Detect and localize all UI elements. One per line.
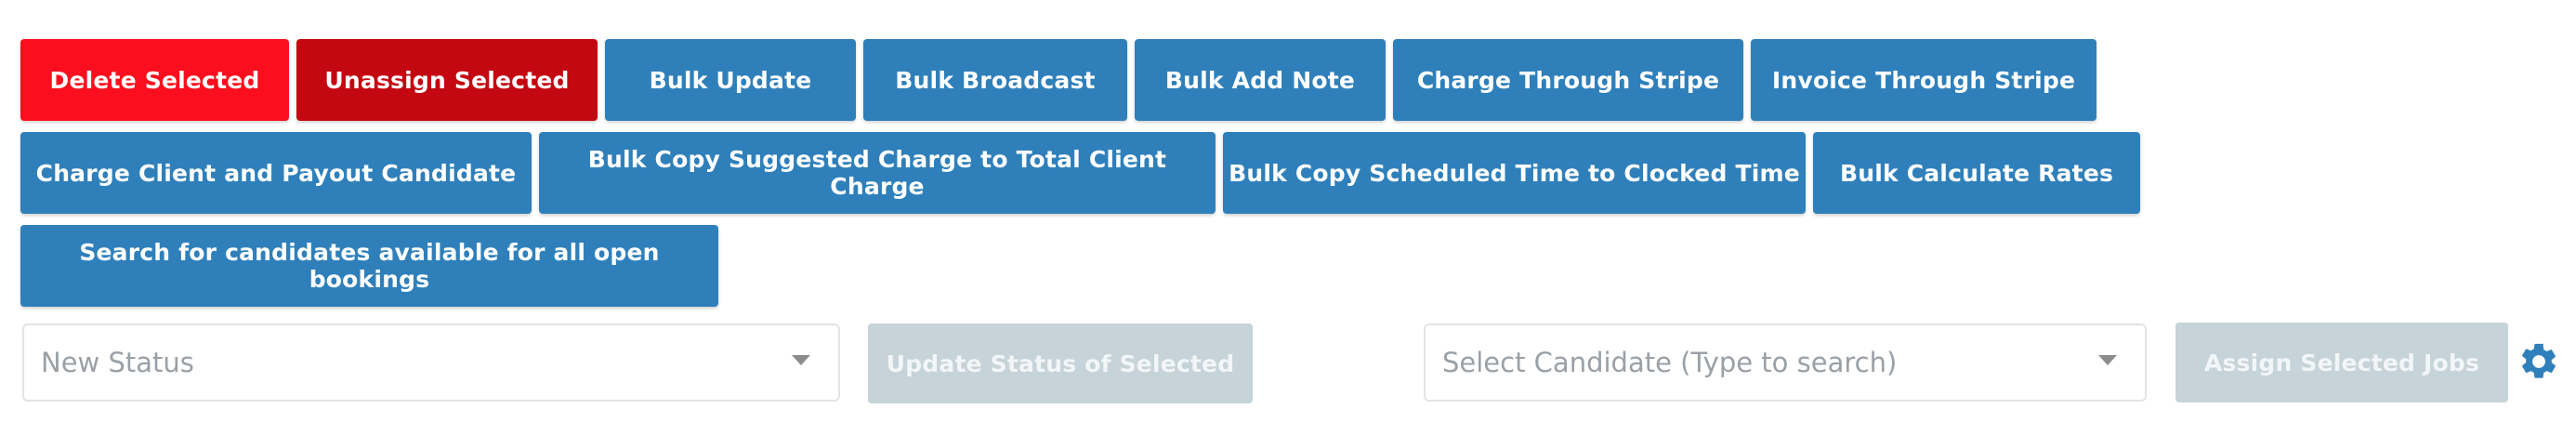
gear-icon[interactable] <box>2517 340 2560 383</box>
invoice-through-stripe-button[interactable]: Invoice Through Stripe <box>1751 39 2096 121</box>
status-select[interactable]: New Status <box>22 323 840 402</box>
search-candidates-button[interactable]: Search for candidates available for all … <box>20 225 718 307</box>
bulk-copy-suggested-charge-button[interactable]: Bulk Copy Suggested Charge to Total Clie… <box>539 132 1216 214</box>
charge-client-payout-button[interactable]: Charge Client and Payout Candidate <box>20 132 532 214</box>
bulk-calculate-rates-button[interactable]: Bulk Calculate Rates <box>1813 132 2140 214</box>
bulk-actions-row-2: Charge Client and Payout Candidate Bulk … <box>20 132 2140 214</box>
bulk-actions-row-3: Search for candidates available for all … <box>20 225 718 307</box>
delete-selected-button[interactable]: Delete Selected <box>20 39 289 121</box>
bulk-add-note-button[interactable]: Bulk Add Note <box>1135 39 1386 121</box>
assign-selected-jobs-button[interactable]: Assign Selected Jobs <box>2175 323 2508 402</box>
candidate-select-placeholder: Select Candidate (Type to search) <box>1442 347 1898 378</box>
candidate-select[interactable]: Select Candidate (Type to search) <box>1424 323 2147 402</box>
charge-through-stripe-button[interactable]: Charge Through Stripe <box>1393 39 1743 121</box>
bulk-broadcast-button[interactable]: Bulk Broadcast <box>863 39 1127 121</box>
update-status-button[interactable]: Update Status of Selected <box>868 323 1253 403</box>
status-select-placeholder: New Status <box>41 347 194 378</box>
chevron-down-icon <box>2098 355 2117 365</box>
bulk-update-button[interactable]: Bulk Update <box>605 39 856 121</box>
unassign-selected-button[interactable]: Unassign Selected <box>296 39 598 121</box>
bulk-copy-scheduled-time-button[interactable]: Bulk Copy Scheduled Time to Clocked Time <box>1223 132 1806 214</box>
bulk-actions-row-1: Delete Selected Unassign Selected Bulk U… <box>20 39 2096 121</box>
chevron-down-icon <box>792 355 810 365</box>
